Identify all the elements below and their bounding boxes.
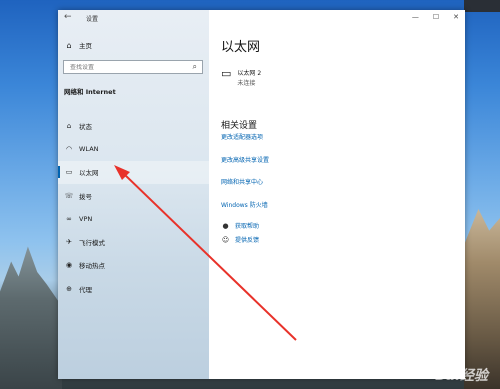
window-controls: — ☐ ✕: [412, 13, 459, 21]
back-arrow-icon[interactable]: ←: [64, 12, 72, 22]
feedback-icon: ☺: [221, 235, 230, 244]
wallpaper-mountain-right: [464, 209, 500, 389]
sidebar-item-label: 拨号: [79, 192, 92, 201]
adapter-name: 以太网 2: [237, 70, 262, 77]
settings-window: ← 设置 ⌂ 主页 ⌕ 网络和 Internet ⌂ 状态 ◠ WLAN ▭ 以…: [58, 10, 465, 379]
sidebar-item-label: 以太网: [79, 169, 99, 178]
get-help-label: 获取帮助: [235, 223, 260, 230]
airplane-icon: ✈: [66, 238, 72, 247]
hotspot-icon: ◉: [65, 261, 73, 270]
sidebar-item-dialup[interactable]: ☏ 拨号: [58, 184, 209, 207]
home-icon: ⌂: [66, 40, 72, 50]
nav-home[interactable]: ⌂ 主页: [64, 40, 92, 51]
link-network-sharing-center[interactable]: 网络和共享中心: [221, 177, 269, 186]
give-feedback[interactable]: ☺ 提供反馈: [221, 235, 260, 245]
sidebar: ← 设置 ⌂ 主页 ⌕ 网络和 Internet ⌂ 状态 ◠ WLAN ▭ 以…: [58, 10, 209, 379]
vpn-icon: ∞: [66, 214, 72, 223]
sidebar-item-label: 移动热点: [79, 262, 105, 271]
adapter-status: 未连接: [237, 80, 256, 87]
help-section: ● 获取帮助 ☺ 提供反馈: [221, 221, 259, 249]
content-pane: — ☐ ✕ 以太网 ▭ 以太网 2 未连接 相关设置 更改适配器选项 更改高级共…: [209, 10, 465, 379]
status-icon: ⌂: [66, 121, 72, 130]
search-icon[interactable]: ⌕: [193, 62, 197, 72]
ethernet-adapter[interactable]: ▭ 以太网 2 未连接: [221, 68, 261, 87]
link-windows-firewall[interactable]: Windows 防火墙: [221, 200, 269, 209]
help-chat-icon: ●: [222, 221, 229, 230]
maximize-icon[interactable]: ☐: [433, 13, 439, 21]
sidebar-item-proxy[interactable]: ⊕ 代理: [58, 277, 209, 300]
proxy-icon: ⊕: [66, 284, 72, 293]
get-help[interactable]: ● 获取帮助: [221, 221, 260, 231]
page-title: 以太网: [221, 40, 261, 55]
search-box[interactable]: ⌕: [63, 60, 203, 74]
related-settings-title: 相关设置: [221, 121, 258, 131]
sidebar-item-label: 状态: [79, 122, 92, 131]
sidebar-item-label: 代理: [79, 285, 92, 294]
wifi-icon: ◠: [65, 144, 73, 153]
window-title: 设置: [86, 16, 99, 23]
sidebar-item-ethernet[interactable]: ▭ 以太网: [58, 160, 209, 184]
sidebar-item-wlan[interactable]: ◠ WLAN: [58, 137, 209, 160]
dialup-icon: ☏: [64, 191, 74, 200]
minimize-icon[interactable]: —: [412, 13, 419, 21]
search-input[interactable]: [70, 63, 185, 71]
ethernet-adapter-icon: ▭: [221, 67, 232, 80]
sidebar-item-airplane-mode[interactable]: ✈ 飞行模式: [58, 230, 209, 253]
background-window-strip: [464, 0, 500, 12]
wallpaper-mountain-left: [0, 246, 62, 389]
sidebar-item-label: WLAN: [79, 144, 99, 153]
link-advanced-sharing[interactable]: 更改高级共享设置: [221, 155, 269, 164]
sidebar-item-label: VPN: [79, 214, 93, 223]
sidebar-item-vpn[interactable]: ∞ VPN: [58, 207, 209, 230]
ethernet-icon: ▭: [65, 168, 73, 177]
give-feedback-label: 提供反馈: [235, 237, 260, 244]
nav-home-label: 主页: [79, 42, 92, 50]
sidebar-item-label: 飞行模式: [79, 239, 105, 248]
related-links: 更改适配器选项 更改高级共享设置 网络和共享中心 Windows 防火墙: [221, 132, 269, 222]
title-bar: ← 设置: [58, 10, 209, 26]
nav-list: ⌂ 状态 ◠ WLAN ▭ 以太网 ☏ 拨号 ∞ VPN ✈ 飞行模式 ◉ 移动…: [58, 114, 209, 300]
sidebar-item-mobile-hotspot[interactable]: ◉ 移动热点: [58, 254, 209, 277]
link-change-adapter-options[interactable]: 更改适配器选项: [221, 132, 269, 141]
sidebar-item-status[interactable]: ⌂ 状态: [58, 114, 209, 137]
close-icon[interactable]: ✕: [453, 13, 459, 21]
section-title: 网络和 Internet: [64, 88, 116, 96]
